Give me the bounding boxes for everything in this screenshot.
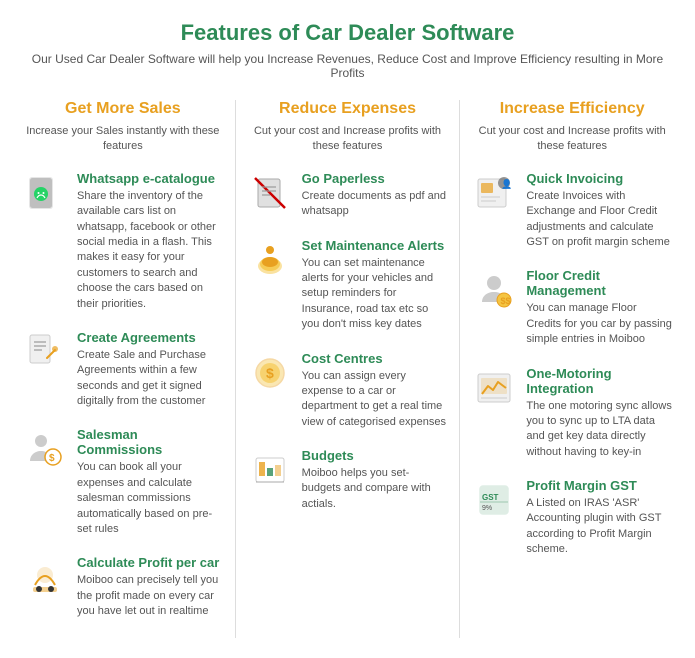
motoring-icon: [472, 366, 516, 410]
page-subtitle: Our Used Car Dealer Software will help y…: [15, 52, 680, 80]
floor-credit-icon: $$: [472, 268, 516, 312]
motoring-text: One-Motoring Integration The one motorin…: [526, 366, 672, 461]
gst-title: Profit Margin GST: [526, 478, 672, 493]
feature-invoicing: 👤 Quick Invoicing Create Invoices with E…: [472, 171, 672, 251]
whatsapp-icon: [23, 171, 67, 215]
salesman-desc: You can book all your expenses and calcu…: [77, 460, 223, 537]
budgets-title: Budgets: [302, 448, 448, 463]
whatsapp-desc: Share the inventory of the available car…: [77, 189, 223, 312]
paperless-title: Go Paperless: [302, 171, 448, 186]
maintenance-text: Set Maintenance Alerts You can set maint…: [302, 238, 448, 333]
agreements-text: Create Agreements Create Sale and Purcha…: [77, 330, 223, 410]
cost-text: Cost Centres You can assign every expens…: [302, 351, 448, 431]
col2-title: Reduce Expenses: [248, 100, 448, 118]
columns-container: Get More Sales Increase your Sales insta…: [15, 100, 680, 638]
feature-salesman: $ Salesman Commissions You can book all …: [23, 427, 223, 537]
col1-title: Get More Sales: [23, 100, 223, 118]
salesman-title: Salesman Commissions: [77, 427, 223, 457]
invoicing-title: Quick Invoicing: [526, 171, 672, 186]
profit-car-text: Calculate Profit per car Moiboo can prec…: [77, 555, 223, 619]
cost-title: Cost Centres: [302, 351, 448, 366]
svg-text:$: $: [266, 365, 274, 381]
feature-floor-credit: $$ Floor Credit Management You can manag…: [472, 268, 672, 347]
motoring-title: One-Motoring Integration: [526, 366, 672, 396]
feature-cost: $ Cost Centres You can assign every expe…: [248, 351, 448, 431]
agreements-desc: Create Sale and Purchase Agreements with…: [77, 348, 223, 410]
col3-title: Increase Efficiency: [472, 100, 672, 118]
maintenance-icon: [248, 238, 292, 282]
feature-agreements: Create Agreements Create Sale and Purcha…: [23, 330, 223, 410]
col-get-more-sales: Get More Sales Increase your Sales insta…: [15, 100, 231, 638]
budgets-text: Budgets Moiboo helps you set-budgets and…: [302, 448, 448, 512]
maintenance-title: Set Maintenance Alerts: [302, 238, 448, 253]
paperless-desc: Create documents as pdf and whatsapp: [302, 189, 448, 220]
col1-subtitle: Increase your Sales instantly with these…: [23, 124, 223, 155]
gst-desc: A Listed on IRAS 'ASR' Accounting plugin…: [526, 496, 672, 558]
whatsapp-title: Whatsapp e-catalogue: [77, 171, 223, 186]
col-reduce-expenses: Reduce Expenses Cut your cost and Increa…: [240, 100, 456, 638]
svg-text:👤: 👤: [501, 178, 512, 189]
profit-car-title: Calculate Profit per car: [77, 555, 223, 570]
gst-icon: GST 9%: [472, 478, 516, 522]
feature-maintenance: Set Maintenance Alerts You can set maint…: [248, 238, 448, 333]
profit-car-icon: [23, 555, 67, 599]
cost-desc: You can assign every expense to a car or…: [302, 369, 448, 431]
invoicing-icon: 👤: [472, 171, 516, 215]
invoicing-desc: Create Invoices with Exchange and Floor …: [526, 189, 672, 251]
gst-text: Profit Margin GST A Listed on IRAS 'ASR'…: [526, 478, 672, 558]
feature-gst: GST 9% Profit Margin GST A Listed on IRA…: [472, 478, 672, 558]
feature-whatsapp: Whatsapp e-catalogue Share the inventory…: [23, 171, 223, 312]
salesman-text: Salesman Commissions You can book all yo…: [77, 427, 223, 537]
svg-text:9%: 9%: [482, 505, 492, 512]
maintenance-desc: You can set maintenance alerts for your …: [302, 256, 448, 333]
paperless-icon: [248, 171, 292, 215]
page-container: Features of Car Dealer Software Our Used…: [0, 0, 695, 658]
floor-credit-title: Floor Credit Management: [526, 268, 672, 298]
budgets-icon: [248, 448, 292, 492]
agreements-icon: [23, 330, 67, 374]
divider-1: [235, 100, 236, 638]
feature-paperless: Go Paperless Create documents as pdf and…: [248, 171, 448, 220]
svg-text:GST: GST: [482, 493, 499, 502]
floor-credit-desc: You can manage Floor Credits for you car…: [526, 301, 672, 347]
page-title: Features of Car Dealer Software: [15, 20, 680, 46]
floor-credit-text: Floor Credit Management You can manage F…: [526, 268, 672, 347]
whatsapp-text: Whatsapp e-catalogue Share the inventory…: [77, 171, 223, 312]
svg-text:$$: $$: [501, 296, 511, 306]
feature-budgets: Budgets Moiboo helps you set-budgets and…: [248, 448, 448, 512]
col2-subtitle: Cut your cost and Increase profits with …: [248, 124, 448, 155]
cost-icon: $: [248, 351, 292, 395]
feature-profit-car: Calculate Profit per car Moiboo can prec…: [23, 555, 223, 619]
col3-subtitle: Cut your cost and Increase profits with …: [472, 124, 672, 155]
agreements-title: Create Agreements: [77, 330, 223, 345]
divider-2: [459, 100, 460, 638]
col-increase-efficiency: Increase Efficiency Cut your cost and In…: [464, 100, 680, 638]
svg-text:$: $: [49, 453, 55, 464]
paperless-text: Go Paperless Create documents as pdf and…: [302, 171, 448, 220]
budgets-desc: Moiboo helps you set-budgets and compare…: [302, 466, 448, 512]
invoicing-text: Quick Invoicing Create Invoices with Exc…: [526, 171, 672, 251]
motoring-desc: The one motoring sync allows you to sync…: [526, 399, 672, 461]
feature-motoring: One-Motoring Integration The one motorin…: [472, 366, 672, 461]
salesman-icon: $: [23, 427, 67, 471]
profit-car-desc: Moiboo can precisely tell you the profit…: [77, 573, 223, 619]
